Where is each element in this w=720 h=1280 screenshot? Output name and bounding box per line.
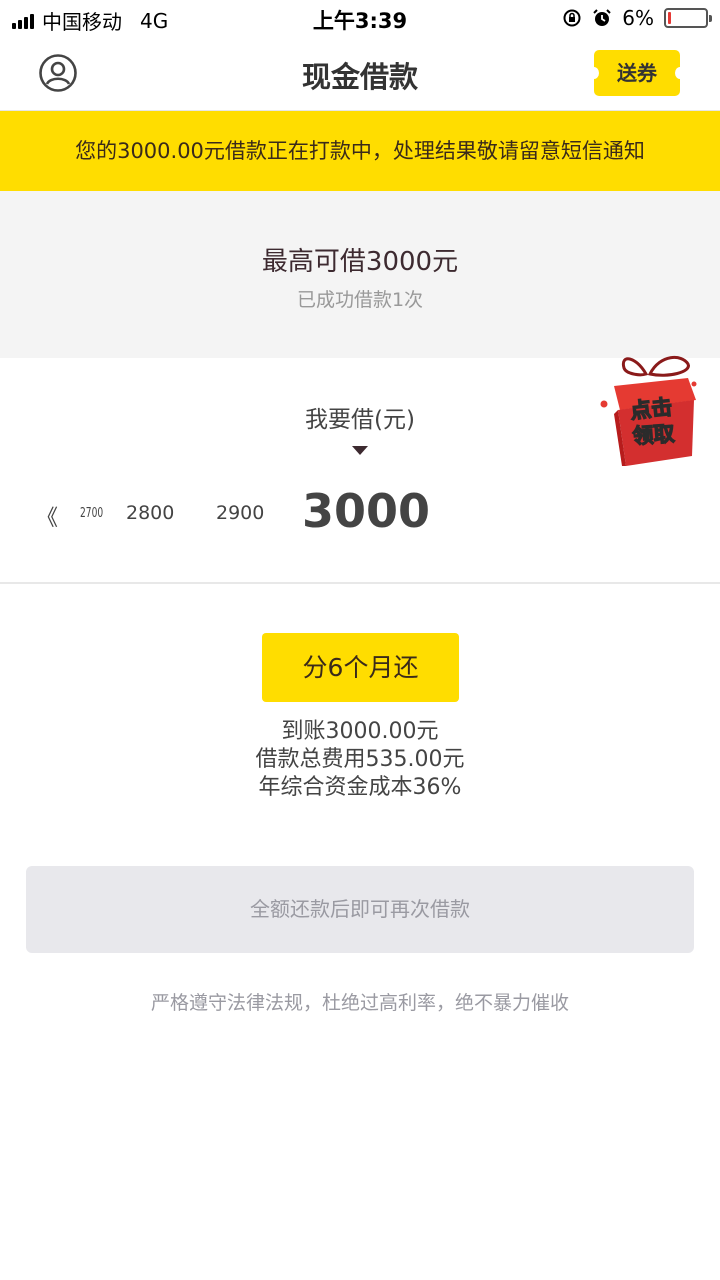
loan-count-text: 已成功借款1次: [296, 289, 424, 311]
scale-value[interactable]: 2900: [216, 502, 264, 524]
selected-amount[interactable]: 3000: [302, 484, 430, 538]
svg-text:领取: 领取: [632, 422, 676, 449]
status-right: 6%: [562, 6, 712, 30]
battery-percent: 6%: [622, 6, 654, 30]
status-bar: 中国移动 4G 上午3:39 6%: [0, 0, 720, 36]
payout-notice-banner: 您的3000.00元借款正在打款中，处理结果敬请留意短信通知: [0, 111, 720, 191]
coupon-button[interactable]: 送券: [589, 50, 685, 96]
notice-text: 您的3000.00元借款正在打款中，处理结果敬请留意短信通知: [75, 139, 645, 163]
rotation-lock-icon: [563, 9, 581, 27]
gift-box-icon[interactable]: 点击 领取: [596, 352, 700, 470]
battery-icon: [664, 8, 712, 28]
annual-cost-text: 年综合资金成本36%: [258, 775, 462, 800]
scale-value[interactable]: 2700: [80, 506, 103, 521]
alarm-icon: [593, 9, 611, 26]
repayment-plan-button[interactable]: 分6个月还: [262, 633, 459, 702]
amount-scale[interactable]: 《 2700 2800 2900 3000: [0, 484, 720, 546]
credit-limit-section: 最高可借3000元 已成功借款1次: [0, 191, 720, 358]
received-amount-text: 到账3000.00元: [281, 719, 439, 744]
compliance-note: 严格遵守法律法规，杜绝过高利率，绝不暴力催收: [150, 992, 569, 1014]
total-fee-text: 借款总费用535.00元: [255, 747, 465, 772]
max-limit-title: 最高可借3000元: [261, 247, 459, 277]
picker-indicator-icon: [352, 446, 368, 455]
scroll-left-chevron-icon[interactable]: 《: [36, 500, 58, 532]
scale-value[interactable]: 2800: [126, 502, 174, 524]
svg-text:点击: 点击: [629, 395, 673, 423]
borrow-again-button[interactable]: 全额还款后即可再次借款: [26, 866, 694, 953]
loan-details: 到账3000.00元 借款总费用535.00元 年综合资金成本36%: [0, 718, 720, 802]
nav-bar: 现金借款 送券: [0, 36, 720, 111]
